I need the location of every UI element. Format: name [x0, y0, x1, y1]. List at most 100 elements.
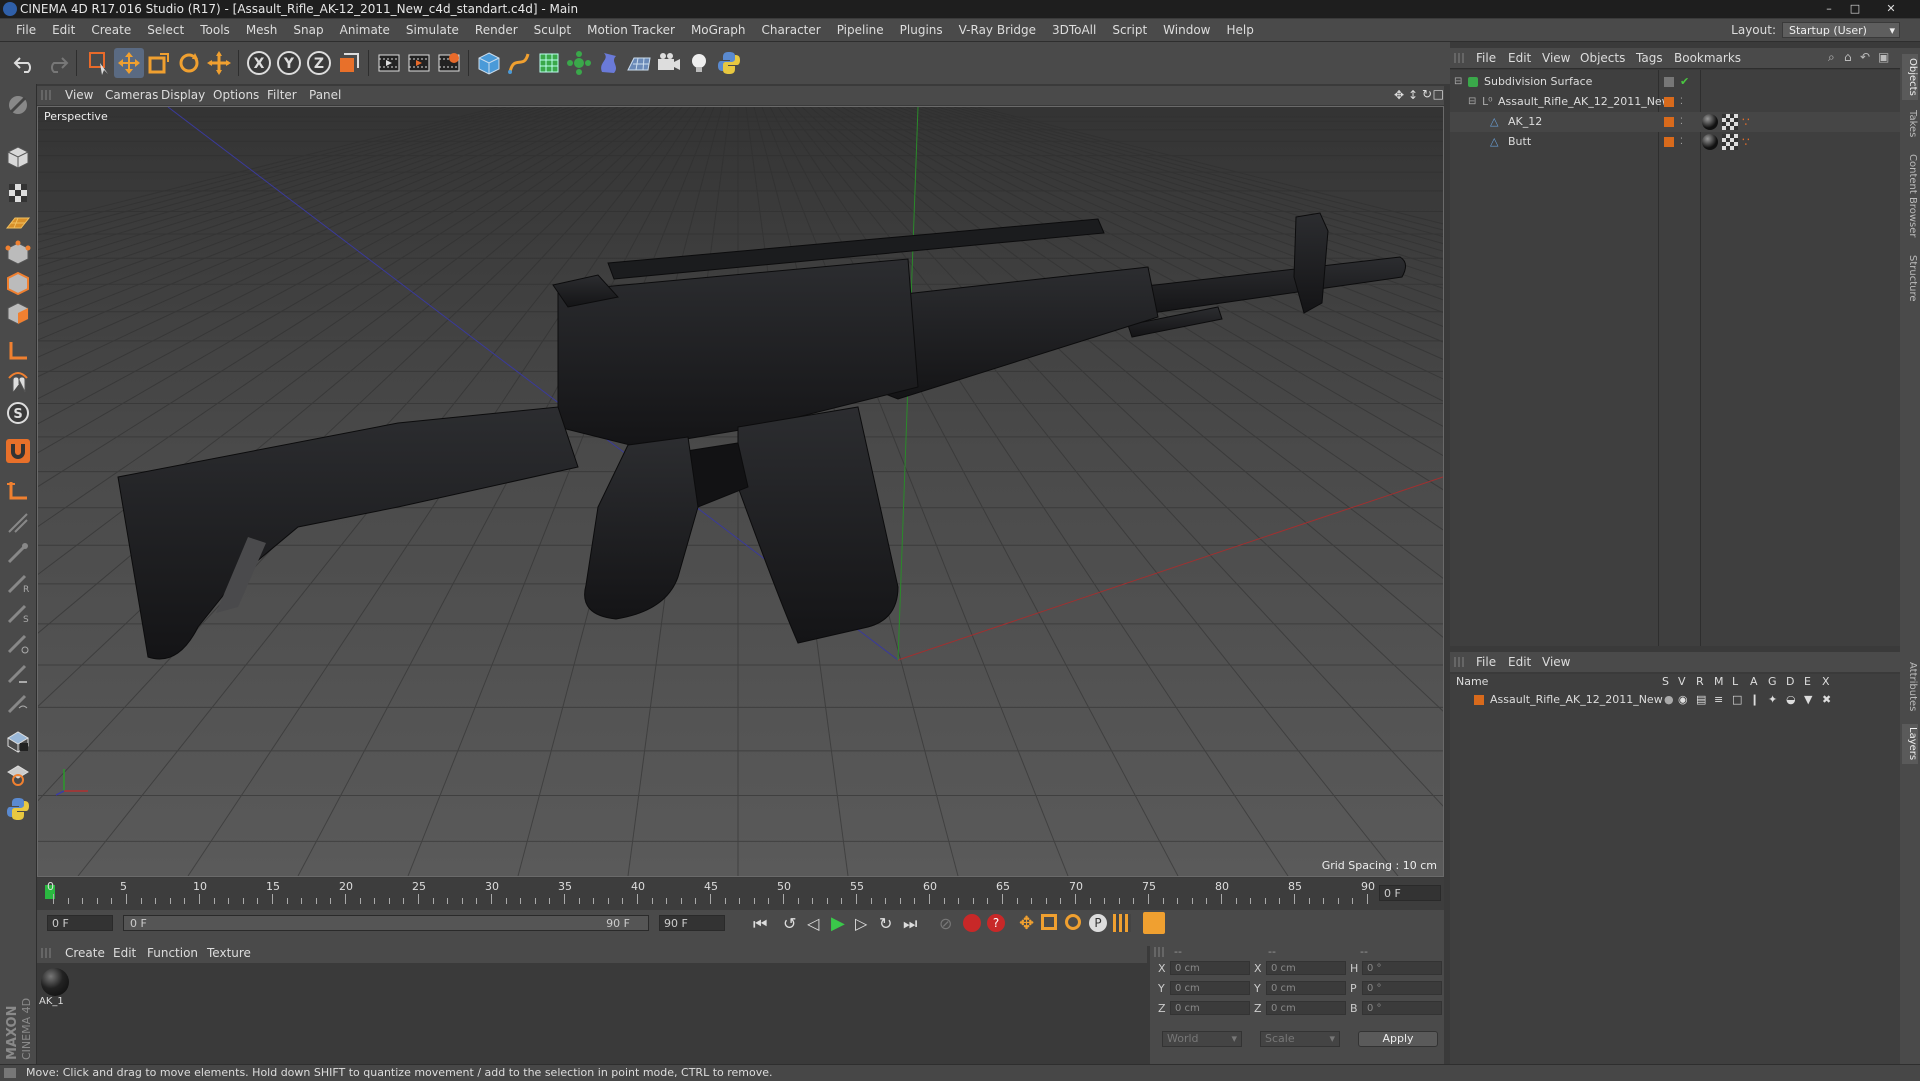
timeline-ruler[interactable]: 0 5 10 15 20 25 30 35 40 45 50 55 60 65 70 75 80 85 90 0 F	[37, 878, 1444, 910]
tweak-mode-icon[interactable]	[3, 368, 33, 398]
menu-tools[interactable]: Tools	[192, 19, 238, 41]
material-menu-edit[interactable]: Edit	[113, 943, 136, 963]
magnet-icon[interactable]	[3, 436, 33, 466]
menu-simulate[interactable]: Simulate	[398, 19, 467, 41]
array-icon[interactable]	[564, 48, 594, 78]
python-icon[interactable]	[714, 48, 744, 78]
close-icon[interactable]: ✕	[1868, 1, 1914, 16]
back-icon[interactable]: ↶	[1860, 50, 1870, 64]
rotate-brush-icon[interactable]: R	[3, 568, 33, 598]
uvw-tag-icon[interactable]	[1722, 114, 1738, 130]
texture-lock-icon[interactable]	[3, 760, 33, 790]
scale-icon[interactable]	[144, 48, 174, 78]
collapse-icon[interactable]: ⊟	[1468, 92, 1476, 112]
axis-y-icon[interactable]: Y	[274, 48, 304, 78]
previous-key-icon[interactable]: ↺	[783, 914, 796, 933]
layer-swatch[interactable]	[1664, 117, 1674, 127]
home-icon[interactable]: ⌂	[1844, 50, 1852, 64]
object-name[interactable]: Subdivision Surface	[1484, 72, 1592, 92]
menu-window[interactable]: Window	[1155, 19, 1218, 41]
object-menu-view[interactable]: View	[1542, 48, 1570, 68]
object-menu-edit[interactable]: Edit	[1508, 48, 1531, 68]
menu-pipeline[interactable]: Pipeline	[829, 19, 892, 41]
viewport-menu-panel[interactable]: Panel	[309, 86, 341, 105]
rotation-p-field[interactable]: 0 °	[1362, 981, 1442, 995]
current-frame-field[interactable]: 0 F	[1379, 885, 1441, 901]
material-menu-create[interactable]: Create	[65, 943, 105, 963]
render-view-icon[interactable]	[374, 48, 404, 78]
new-panel-icon[interactable]: ▣	[1878, 50, 1889, 64]
phong-tag-icon[interactable]: ∵	[1742, 132, 1750, 152]
material-name[interactable]: AK_1	[39, 996, 64, 1007]
snap-icon[interactable]: S	[3, 398, 33, 428]
texture-mode-icon[interactable]	[3, 178, 33, 208]
key-rotation-icon[interactable]	[1065, 914, 1081, 930]
menu-plugins[interactable]: Plugins	[892, 19, 951, 41]
viewport-menu-filter[interactable]: Filter	[267, 86, 297, 105]
object-menu-bookmarks[interactable]: Bookmarks	[1674, 48, 1741, 68]
viewport-menu-cameras[interactable]: Cameras	[105, 86, 158, 105]
deformer-icon[interactable]: ◒	[1786, 690, 1796, 710]
material-menu-function[interactable]: Function	[147, 943, 198, 963]
live-selection-icon[interactable]	[84, 48, 114, 78]
menu-help[interactable]: Help	[1218, 19, 1261, 41]
points-mode-icon[interactable]	[3, 238, 33, 268]
layer-swatch[interactable]	[1664, 77, 1674, 87]
layer-name[interactable]: Assault_Rifle_AK_12_2011_New	[1490, 690, 1663, 710]
transform-type-select[interactable]: Scale ▾	[1260, 1031, 1340, 1047]
quantize-icon[interactable]	[3, 508, 33, 538]
rotation-b-field[interactable]: 0 °	[1362, 1001, 1442, 1015]
start-frame-field[interactable]: 0 F	[47, 915, 113, 931]
world-coordinates-icon[interactable]	[334, 48, 364, 78]
object-name[interactable]: AK_12	[1508, 112, 1542, 132]
coordinate-mode-select[interactable]: World ▾	[1162, 1031, 1242, 1047]
menu-create[interactable]: Create	[83, 19, 139, 41]
position-z-field[interactable]: 0 cm	[1170, 1001, 1250, 1015]
layer-row[interactable]: Assault_Rifle_AK_12_2011_New ● ◉ ▤ ≡ □ ❙…	[1450, 690, 1900, 710]
viewport-maximize-icon[interactable]: □	[1433, 87, 1444, 101]
visibility-dots-icon[interactable]: ⁚	[1680, 112, 1683, 132]
size-x-field[interactable]: 0 cm	[1266, 961, 1346, 975]
menu-select[interactable]: Select	[139, 19, 192, 41]
tab-layers[interactable]: Layers	[1902, 724, 1918, 764]
viewport-rotate-icon[interactable]: ↻	[1422, 87, 1432, 101]
tab-attributes[interactable]: Attributes	[1902, 654, 1918, 720]
pen-icon[interactable]	[504, 48, 534, 78]
collapse-icon[interactable]: ⊟	[1454, 72, 1462, 92]
menu-motion-tracker[interactable]: Motion Tracker	[579, 19, 683, 41]
render-picture-viewer-icon[interactable]	[404, 48, 434, 78]
menu-script[interactable]: Script	[1104, 19, 1155, 41]
viewport-zoom-icon[interactable]: ↕	[1408, 88, 1418, 102]
object-name[interactable]: Assault_Rifle_AK_12_2011_New	[1498, 92, 1671, 112]
key-scale-icon[interactable]	[1041, 914, 1057, 930]
menu-mograph[interactable]: MoGraph	[683, 19, 754, 41]
recent-tool-icon[interactable]	[204, 48, 234, 78]
3d-viewport[interactable]: Perspective Grid Spacing : 10 cm	[37, 106, 1444, 877]
object-row-assault-rifle[interactable]: ⊟ L⁰ Assault_Rifle_AK_12_2011_New ⁚	[1450, 92, 1900, 112]
visibility-dots-icon[interactable]: ⁚	[1680, 132, 1683, 152]
menu-edit[interactable]: Edit	[44, 19, 83, 41]
size-y-field[interactable]: 0 cm	[1266, 981, 1346, 995]
layer-menu-file[interactable]: File	[1476, 652, 1496, 672]
point-brush-icon[interactable]	[3, 628, 33, 658]
tab-structure[interactable]: Structure	[1902, 248, 1918, 308]
minimize-icon[interactable]: –	[1816, 1, 1842, 16]
deformer-icon[interactable]	[594, 48, 624, 78]
object-row-subdivision-surface[interactable]: ⊟ Subdivision Surface ✔	[1450, 72, 1900, 92]
rotate-icon[interactable]	[174, 48, 204, 78]
camera-icon[interactable]	[654, 48, 684, 78]
layer-swatch[interactable]	[1664, 137, 1674, 147]
object-menu-tags[interactable]: Tags	[1636, 48, 1663, 68]
animation-icon[interactable]: ❙	[1750, 690, 1759, 710]
menu-character[interactable]: Character	[753, 19, 828, 41]
polygons-mode-icon[interactable]	[3, 298, 33, 328]
menu-v-ray-bridge[interactable]: V-Ray Bridge	[951, 19, 1044, 41]
object-menu-file[interactable]: File	[1476, 48, 1496, 68]
menu-animate[interactable]: Animate	[332, 19, 398, 41]
tab-content-browser[interactable]: Content Browser	[1902, 148, 1918, 244]
object-row-butt[interactable]: △ Butt ⁚ ∵	[1450, 132, 1900, 152]
menu-file[interactable]: File	[8, 19, 44, 41]
manager-icon[interactable]: ≡	[1714, 690, 1723, 710]
sculpt-brush-icon[interactable]	[3, 658, 33, 688]
edit-render-settings-icon[interactable]	[434, 48, 464, 78]
